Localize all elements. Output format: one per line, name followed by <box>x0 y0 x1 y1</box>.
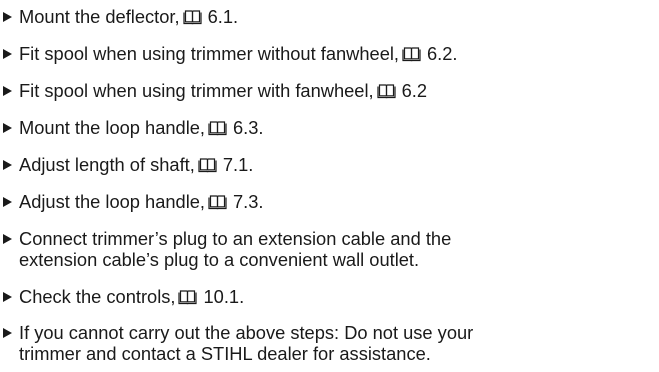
page-reference: 6.3. <box>233 117 264 138</box>
page-reference: 7.1. <box>222 154 254 175</box>
page-reference: 6.1. <box>207 6 239 27</box>
step-text: Fit spool when using trimmer without fan… <box>19 43 458 64</box>
step-text: Adjust length of shaft, 7.1. <box>19 154 254 175</box>
triangle-bullet-icon <box>3 6 15 27</box>
triangle-bullet-icon <box>3 286 15 307</box>
triangle-bullet-icon <box>3 322 15 343</box>
triangle-bullet-icon <box>3 154 15 175</box>
step-text-line-1: If you cannot carry out the above steps:… <box>19 322 474 343</box>
book-icon <box>402 47 421 62</box>
book-icon <box>208 121 227 136</box>
book-icon <box>178 290 198 305</box>
page-reference: 6.2. <box>427 43 458 64</box>
book-icon <box>208 195 227 210</box>
book-icon <box>182 10 202 25</box>
step-text: Adjust the loop handle, 7.3. <box>19 191 264 212</box>
step-text: Connect trimmer’s plug to an extension c… <box>19 228 452 270</box>
triangle-bullet-icon <box>3 117 15 138</box>
triangle-bullet-icon <box>3 191 15 212</box>
step-text: If you cannot carry out the above steps:… <box>19 322 474 364</box>
step-text: Fit spool when using trimmer with fanwhe… <box>19 80 428 101</box>
step-text-line-2: extension cable’s plug to a convenient w… <box>19 249 420 270</box>
step-text-line-2: trimmer and contact a STIHL dealer for a… <box>19 343 431 364</box>
book-icon <box>377 84 396 99</box>
page-reference: 6.2 <box>401 80 428 101</box>
page-reference: 10.1. <box>203 286 245 307</box>
page-reference: 7.3. <box>233 191 264 212</box>
triangle-bullet-icon <box>3 80 15 101</box>
book-icon <box>198 158 217 173</box>
triangle-bullet-icon <box>3 228 15 249</box>
step-text: Mount the loop handle, 6.3. <box>19 117 264 138</box>
step-text: Check the controls, 10.1. <box>19 286 245 307</box>
step-text: Mount the deflector, 6.1. <box>19 6 239 27</box>
triangle-bullet-icon <box>3 43 15 64</box>
step-text-line-1: Connect trimmer’s plug to an extension c… <box>19 228 452 249</box>
